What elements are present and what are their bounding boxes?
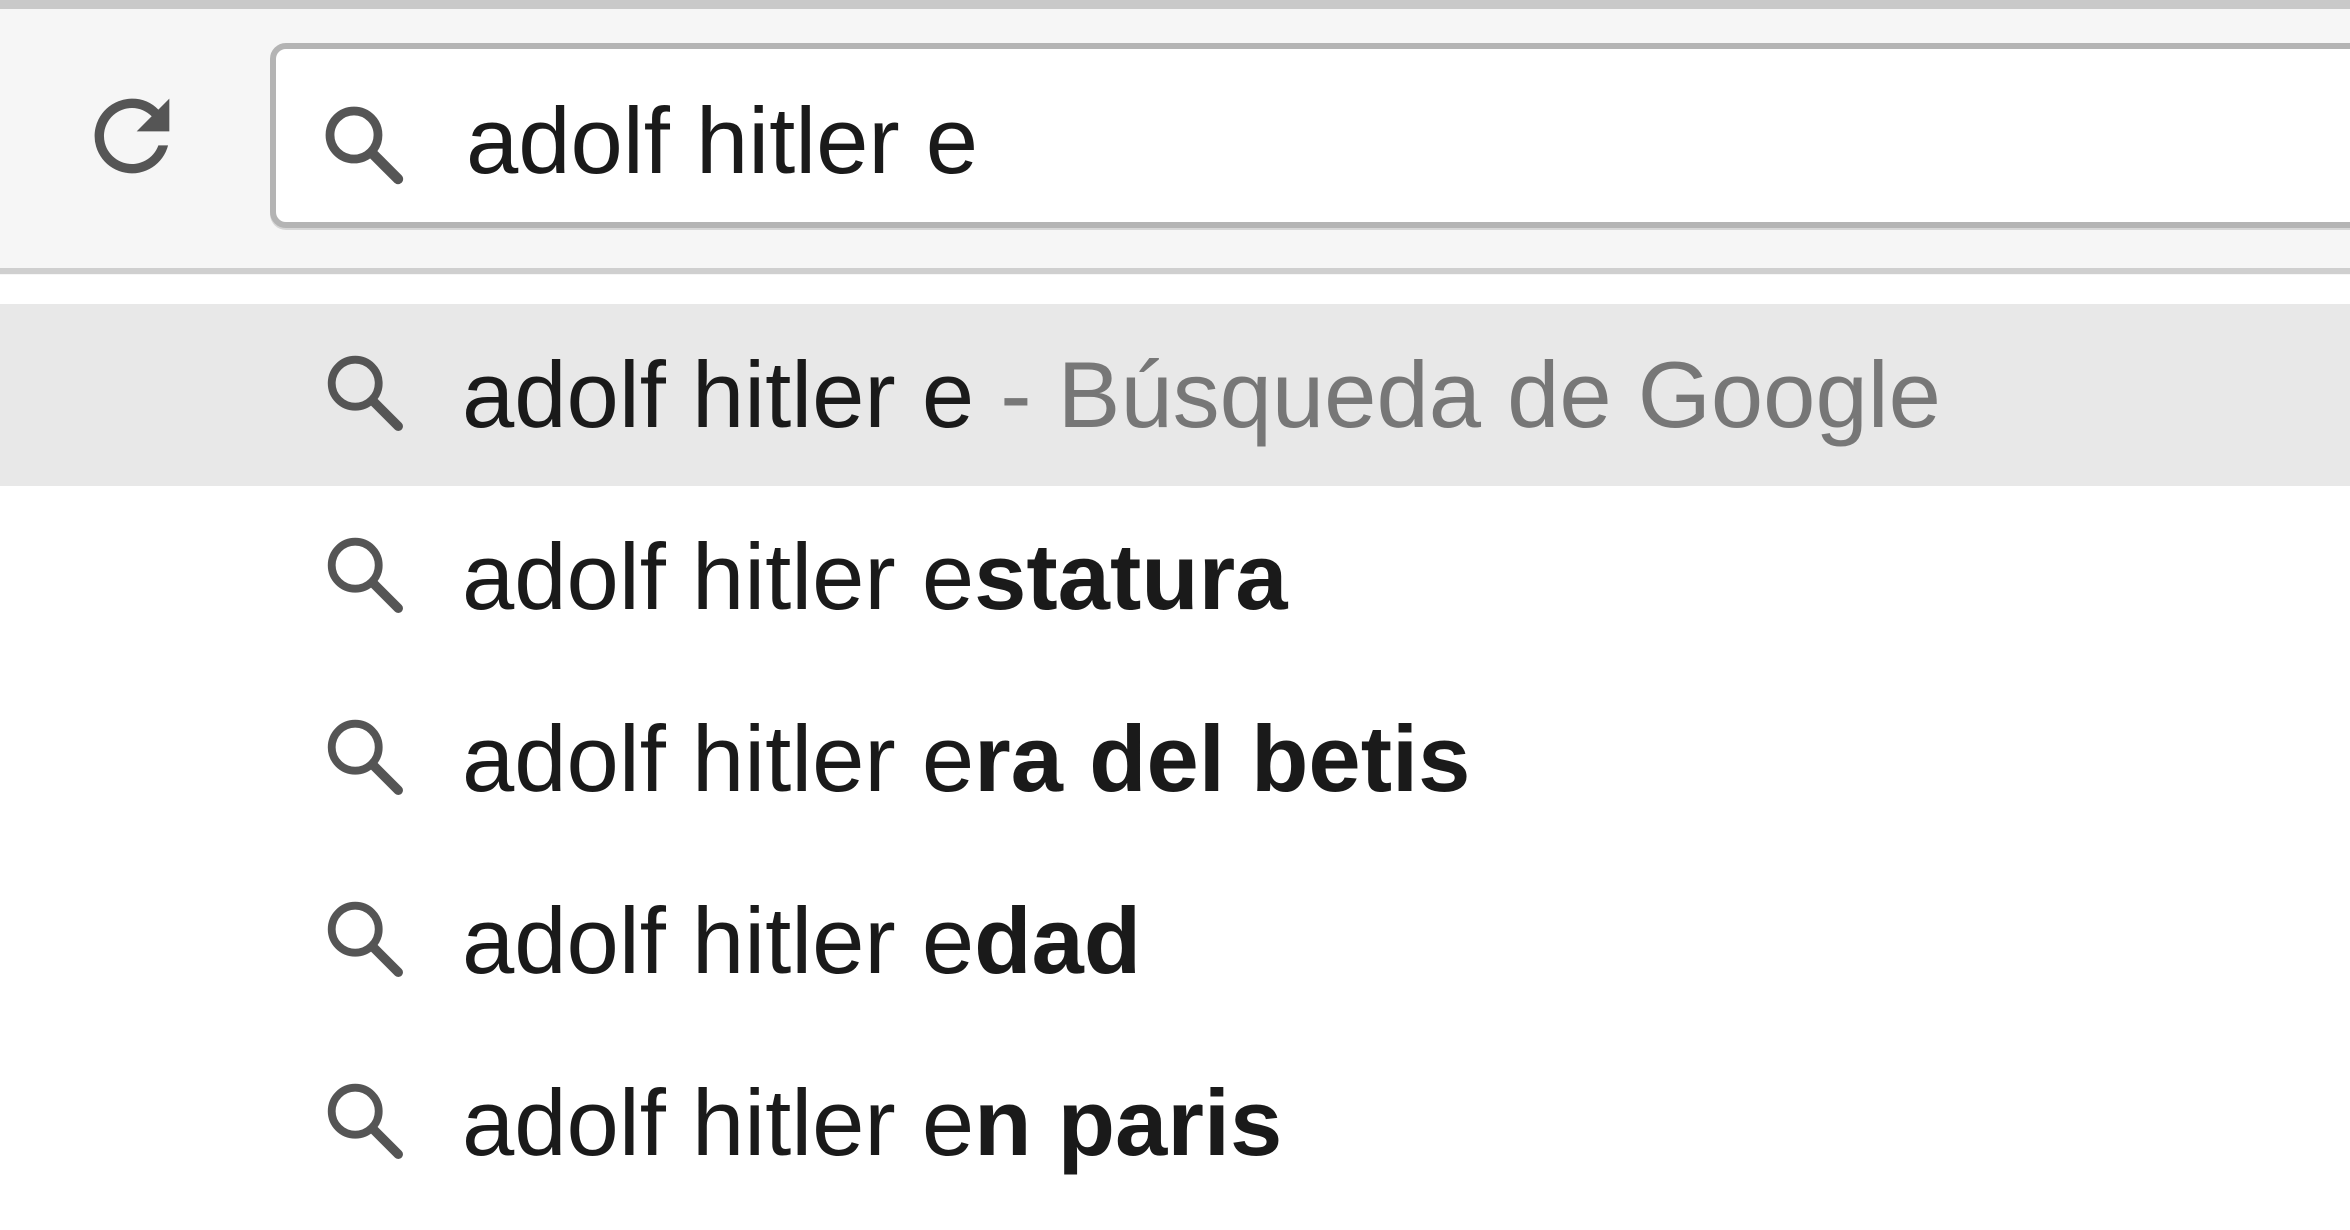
suggestion-typed: adolf hitler: [462, 524, 922, 629]
search-icon: [327, 901, 403, 977]
suggestion-label: adolf hitler edad: [462, 850, 1141, 1032]
suggestion-completion: statura: [974, 524, 1288, 629]
suggestion-label: adolf hitler en paris: [462, 1032, 1282, 1214]
suggestion-prefix: e: [921, 1070, 975, 1175]
suggestion-typed: adolf hitler: [462, 342, 922, 447]
browser-toolbar: [0, 0, 2350, 275]
search-icon: [327, 355, 403, 431]
reload-icon: [94, 98, 169, 173]
omnibox-suggestions: adolf hitler e - Búsqueda de Google adol…: [0, 304, 2350, 1214]
suggestion-completion: ra del betis: [974, 706, 1471, 811]
search-icon: [327, 1083, 403, 1159]
search-icon: [327, 537, 403, 613]
address-input[interactable]: [466, 71, 2350, 211]
suggestion-completion: dad: [974, 888, 1142, 993]
reload-button[interactable]: [74, 78, 189, 193]
suggestion-item[interactable]: adolf hitler era del betis: [0, 668, 2350, 850]
suggestion-prefix: e: [921, 888, 975, 993]
suggestion-item[interactable]: adolf hitler edad: [0, 850, 2350, 1032]
suggestion-label: adolf hitler e - Búsqueda de Google: [462, 304, 1941, 486]
suggestion-typed: adolf hitler: [462, 706, 922, 811]
suggestion-description: - Búsqueda de Google: [974, 342, 1941, 447]
address-bar[interactable]: [270, 43, 2350, 228]
suggestion-typed: adolf hitler: [462, 1070, 922, 1175]
suggestion-completion: n paris: [974, 1070, 1283, 1175]
suggestion-prefix: e: [921, 342, 975, 447]
toolbar-divider: [0, 268, 2350, 274]
window-top-edge: [0, 0, 2350, 9]
suggestion-prefix: e: [921, 706, 975, 811]
suggestion-label: adolf hitler era del betis: [462, 668, 1470, 850]
suggestion-item[interactable]: adolf hitler en paris: [0, 1032, 2350, 1214]
search-icon: [325, 106, 404, 185]
suggestion-label: adolf hitler estatura: [462, 486, 1288, 668]
suggestion-item[interactable]: adolf hitler estatura: [0, 486, 2350, 668]
suggestion-item[interactable]: adolf hitler e - Búsqueda de Google: [0, 304, 2350, 486]
search-icon: [327, 719, 403, 795]
suggestion-typed: adolf hitler: [462, 888, 922, 993]
suggestion-prefix: e: [921, 524, 975, 629]
